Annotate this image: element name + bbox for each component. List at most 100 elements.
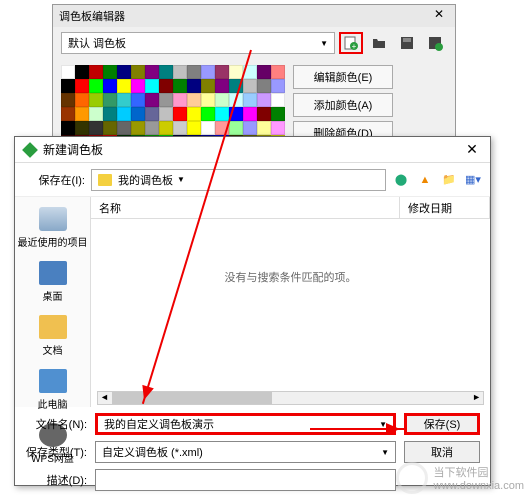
palette-color-cell[interactable] xyxy=(61,65,75,79)
scrollbar-thumb[interactable] xyxy=(112,392,272,404)
palette-color-cell[interactable] xyxy=(89,121,103,135)
palette-color-cell[interactable] xyxy=(145,65,159,79)
save-button[interactable]: 保存(S) xyxy=(404,413,480,435)
description-input[interactable] xyxy=(95,469,396,491)
scroll-right-icon[interactable]: ► xyxy=(472,392,481,402)
palette-color-cell[interactable] xyxy=(243,79,257,93)
palette-color-cell[interactable] xyxy=(117,107,131,121)
palette-color-cell[interactable] xyxy=(257,93,271,107)
close-icon[interactable]: ✕ xyxy=(429,7,449,25)
palette-color-cell[interactable] xyxy=(257,65,271,79)
palette-color-cell[interactable] xyxy=(61,93,75,107)
palette-color-cell[interactable] xyxy=(229,65,243,79)
palette-color-cell[interactable] xyxy=(159,107,173,121)
palette-color-cell[interactable] xyxy=(187,65,201,79)
palette-color-cell[interactable] xyxy=(271,79,285,93)
sidebar-item-desktop[interactable]: 桌面 xyxy=(15,255,90,309)
palette-color-cell[interactable] xyxy=(215,79,229,93)
add-icon[interactable] xyxy=(423,32,447,54)
palette-color-cell[interactable] xyxy=(89,65,103,79)
palette-color-cell[interactable] xyxy=(215,65,229,79)
palette-color-cell[interactable] xyxy=(145,107,159,121)
sidebar-item-thispc[interactable]: 此电脑 xyxy=(15,363,90,417)
palette-color-cell[interactable] xyxy=(145,93,159,107)
palette-color-cell[interactable] xyxy=(117,93,131,107)
palette-color-cell[interactable] xyxy=(201,107,215,121)
sidebar-item-recent[interactable]: 最近使用的项目 xyxy=(15,201,90,255)
edit-color-button[interactable]: 编辑颜色(E) xyxy=(293,65,393,89)
save-location-dropdown[interactable]: 我的调色板 ▼ xyxy=(91,169,386,191)
palette-color-cell[interactable] xyxy=(173,121,187,135)
palette-color-cell[interactable] xyxy=(159,65,173,79)
palette-color-cell[interactable] xyxy=(145,121,159,135)
palette-color-cell[interactable] xyxy=(117,79,131,93)
palette-color-cell[interactable] xyxy=(173,93,187,107)
palette-color-cell[interactable] xyxy=(103,121,117,135)
column-date[interactable]: 修改日期 xyxy=(400,197,490,218)
palette-color-cell[interactable] xyxy=(173,65,187,79)
palette-color-cell[interactable] xyxy=(229,107,243,121)
scroll-left-icon[interactable]: ◄ xyxy=(100,392,109,402)
palette-color-cell[interactable] xyxy=(257,79,271,93)
save-icon[interactable] xyxy=(395,32,419,54)
palette-color-cell[interactable] xyxy=(173,107,187,121)
palette-color-cell[interactable] xyxy=(201,79,215,93)
palette-color-cell[interactable] xyxy=(61,107,75,121)
palette-color-cell[interactable] xyxy=(131,93,145,107)
palette-color-cell[interactable] xyxy=(229,79,243,93)
palette-color-cell[interactable] xyxy=(103,93,117,107)
palette-color-cell[interactable] xyxy=(229,121,243,135)
palette-color-cell[interactable] xyxy=(243,93,257,107)
palette-color-cell[interactable] xyxy=(75,107,89,121)
close-icon[interactable]: ✕ xyxy=(462,141,482,158)
palette-color-cell[interactable] xyxy=(187,107,201,121)
palette-color-cell[interactable] xyxy=(131,65,145,79)
palette-color-cell[interactable] xyxy=(75,93,89,107)
palette-color-cell[interactable] xyxy=(159,93,173,107)
palette-color-cell[interactable] xyxy=(75,65,89,79)
palette-color-cell[interactable] xyxy=(131,107,145,121)
open-icon[interactable] xyxy=(367,32,391,54)
add-color-button[interactable]: 添加颜色(A) xyxy=(293,93,393,117)
palette-color-cell[interactable] xyxy=(257,107,271,121)
new-palette-icon[interactable]: + xyxy=(339,32,363,54)
palette-color-cell[interactable] xyxy=(61,121,75,135)
back-icon[interactable]: ⬤ xyxy=(392,171,410,189)
palette-color-cell[interactable] xyxy=(103,79,117,93)
palette-color-cell[interactable] xyxy=(271,93,285,107)
palette-color-cell[interactable] xyxy=(201,121,215,135)
palette-color-cell[interactable] xyxy=(159,121,173,135)
palette-color-cell[interactable] xyxy=(131,121,145,135)
palette-color-cell[interactable] xyxy=(271,107,285,121)
palette-color-cell[interactable] xyxy=(173,79,187,93)
palette-color-cell[interactable] xyxy=(89,79,103,93)
palette-color-cell[interactable] xyxy=(215,93,229,107)
new-folder-icon[interactable]: 📁 xyxy=(440,171,458,189)
filename-input[interactable]: 我的自定义调色板演示 ▼ xyxy=(95,413,396,435)
palette-color-cell[interactable] xyxy=(271,121,285,135)
filetype-dropdown[interactable]: 自定义调色板 (*.xml) ▼ xyxy=(95,441,396,463)
palette-color-cell[interactable] xyxy=(117,121,131,135)
palette-color-cell[interactable] xyxy=(187,121,201,135)
palette-color-cell[interactable] xyxy=(75,79,89,93)
column-name[interactable]: 名称 xyxy=(91,197,400,218)
palette-color-cell[interactable] xyxy=(201,93,215,107)
palette-color-cell[interactable] xyxy=(215,121,229,135)
palette-color-cell[interactable] xyxy=(131,79,145,93)
palette-color-cell[interactable] xyxy=(187,79,201,93)
palette-color-cell[interactable] xyxy=(117,65,131,79)
horizontal-scrollbar[interactable]: ◄ ► xyxy=(97,391,484,405)
palette-color-cell[interactable] xyxy=(89,93,103,107)
palette-color-cell[interactable] xyxy=(201,65,215,79)
sidebar-item-documents[interactable]: 文档 xyxy=(15,309,90,363)
cancel-button[interactable]: 取消 xyxy=(404,441,480,463)
palette-color-cell[interactable] xyxy=(215,107,229,121)
palette-color-cell[interactable] xyxy=(243,121,257,135)
up-icon[interactable]: ▲ xyxy=(416,171,434,189)
view-icon[interactable]: ▦▾ xyxy=(464,171,482,189)
palette-color-cell[interactable] xyxy=(61,79,75,93)
palette-color-cell[interactable] xyxy=(103,65,117,79)
palette-color-cell[interactable] xyxy=(271,65,285,79)
palette-color-cell[interactable] xyxy=(243,65,257,79)
palette-color-cell[interactable] xyxy=(103,107,117,121)
